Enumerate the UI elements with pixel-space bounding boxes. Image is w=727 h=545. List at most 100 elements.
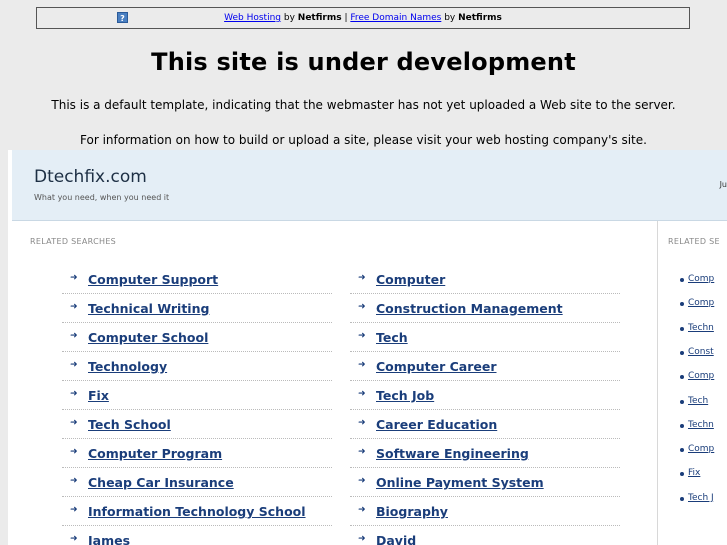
arrow-right-icon: ➜: [358, 302, 366, 312]
related-search-link[interactable]: Computer: [376, 272, 445, 287]
arrow-right-icon: ➜: [70, 273, 78, 283]
header-right-text: Ju: [719, 180, 727, 189]
banner-brand-2: Netfirms: [458, 13, 502, 23]
related-search-row: ➜ David: [350, 526, 620, 545]
page-title: This site is under development: [151, 48, 576, 76]
parked-header: Dtechfix.com What you need, when you nee…: [12, 150, 727, 221]
related-search-link[interactable]: Technology: [88, 359, 167, 374]
related-search-link[interactable]: James: [88, 533, 130, 545]
arrow-right-icon: ➜: [358, 418, 366, 428]
related-search-row: ➜ Fix: [62, 381, 332, 410]
related-search-link[interactable]: Computer Career: [376, 359, 497, 374]
sidebar-link[interactable]: Techn: [688, 323, 714, 333]
bullet-icon: [680, 496, 684, 501]
related-search-row: ➜ Software Engineering: [350, 439, 620, 468]
arrow-right-icon: ➜: [358, 331, 366, 341]
hosting-banner: ? Web Hosting by Netfirms | Free Domain …: [36, 7, 690, 29]
sidebar-link[interactable]: Tech: [688, 396, 708, 406]
bullet-icon: [680, 399, 684, 404]
hosting-info-message: For information on how to build or uploa…: [80, 133, 647, 147]
related-search-link[interactable]: Tech Job: [376, 388, 434, 403]
sidebar-link-item: Techn: [680, 420, 714, 430]
arrow-right-icon: ➜: [70, 418, 78, 428]
related-search-row: ➜ Tech School: [62, 410, 332, 439]
sidebar-link-item: Tech J: [680, 493, 714, 503]
related-search-link[interactable]: Career Education: [376, 417, 497, 432]
sidebar-related-label: RELATED SE: [668, 237, 720, 246]
arrow-right-icon: ➜: [70, 447, 78, 457]
related-search-link[interactable]: Software Engineering: [376, 446, 529, 461]
related-search-link[interactable]: Cheap Car Insurance: [88, 475, 234, 490]
related-search-link[interactable]: Computer Support: [88, 272, 218, 287]
bullet-icon: [680, 326, 684, 331]
arrow-right-icon: ➜: [70, 534, 78, 544]
sidebar-link-item: Tech: [680, 396, 708, 406]
sidebar-panel: RELATED SE Comp Comp Techn Const Comp Tech Tec…: [658, 221, 727, 545]
bullet-icon: [680, 472, 684, 477]
arrow-right-icon: ➜: [358, 389, 366, 399]
parked-domain-frame: Dtechfix.com What you need, when you nee…: [8, 150, 727, 545]
banner-by-text: by: [281, 13, 298, 23]
related-search-link[interactable]: Biography: [376, 504, 448, 519]
arrow-right-icon: ➜: [358, 476, 366, 486]
banner-brand: Netfirms: [297, 13, 342, 23]
bullet-icon: [680, 278, 684, 282]
sidebar-link-item: Comp: [680, 274, 714, 284]
arrow-right-icon: ➜: [358, 534, 366, 544]
related-searches-panel: RELATED SEARCHES ➜ Computer Support ➜ Techn…: [12, 221, 658, 545]
sidebar-link[interactable]: Fix: [688, 468, 700, 478]
related-search-link[interactable]: Computer Program: [88, 446, 222, 461]
sidebar-link[interactable]: Comp: [688, 274, 714, 284]
banner-by-text-2: by: [441, 13, 459, 23]
arrow-right-icon: ➜: [70, 331, 78, 341]
related-search-row: ➜ Technical Writing: [62, 294, 332, 323]
sidebar-link-item: Comp: [680, 298, 714, 308]
related-search-row: ➜ Technology: [62, 352, 332, 381]
related-search-row: ➜ Construction Management: [350, 294, 620, 323]
sidebar-link[interactable]: Tech J: [688, 493, 714, 503]
sidebar-link-item: Const: [680, 347, 714, 357]
arrow-right-icon: ➜: [70, 476, 78, 486]
related-search-link[interactable]: David: [376, 533, 416, 545]
default-template-message: This is a default template, indicating t…: [51, 98, 676, 112]
related-searches-label: RELATED SEARCHES: [30, 237, 117, 246]
related-search-row: ➜ Computer: [350, 265, 620, 294]
arrow-right-icon: ➜: [70, 389, 78, 399]
site-title: Dtechfix.com: [34, 167, 147, 187]
related-search-link[interactable]: Tech School: [88, 417, 171, 432]
sidebar-link[interactable]: Comp: [688, 444, 714, 454]
arrow-right-icon: ➜: [358, 273, 366, 283]
related-search-link[interactable]: Computer School: [88, 330, 208, 345]
related-search-row: ➜ Biography: [350, 497, 620, 526]
free-domain-names-link[interactable]: Free Domain Names: [350, 13, 441, 23]
arrow-right-icon: ➜: [70, 360, 78, 370]
related-search-row: ➜ Tech: [350, 323, 620, 352]
sidebar-link[interactable]: Techn: [688, 420, 714, 430]
related-search-link[interactable]: Construction Management: [376, 301, 563, 316]
banner-links: Web Hosting by Netfirms | Free Domain Na…: [37, 8, 689, 28]
bullet-icon: [680, 423, 684, 428]
arrow-right-icon: ➜: [358, 505, 366, 515]
related-search-row: ➜ Computer Support: [62, 265, 332, 294]
web-hosting-link[interactable]: Web Hosting: [224, 13, 281, 23]
related-search-row: ➜ Cheap Car Insurance: [62, 468, 332, 497]
related-search-link[interactable]: Fix: [88, 388, 109, 403]
related-search-row: ➜ James: [62, 526, 332, 545]
related-search-link[interactable]: Online Payment System: [376, 475, 544, 490]
related-search-link[interactable]: Tech: [376, 330, 408, 345]
related-search-link[interactable]: Technical Writing: [88, 301, 209, 316]
site-tagline: What you need, when you need it: [34, 193, 170, 202]
bullet-icon: [680, 350, 684, 355]
arrow-right-icon: ➜: [358, 360, 366, 370]
related-search-row: ➜ Career Education: [350, 410, 620, 439]
sidebar-link[interactable]: Const: [688, 347, 714, 357]
related-search-link[interactable]: Information Technology School: [88, 504, 306, 519]
sidebar-link-item: Comp: [680, 371, 714, 381]
related-search-row: ➜ Information Technology School: [62, 497, 332, 526]
sidebar-link-item: Comp: [680, 444, 714, 454]
bullet-icon: [680, 302, 684, 307]
bullet-icon: [680, 448, 684, 453]
sidebar-link[interactable]: Comp: [688, 298, 714, 308]
sidebar-link[interactable]: Comp: [688, 371, 714, 381]
sidebar-link-item: Fix: [680, 468, 700, 478]
